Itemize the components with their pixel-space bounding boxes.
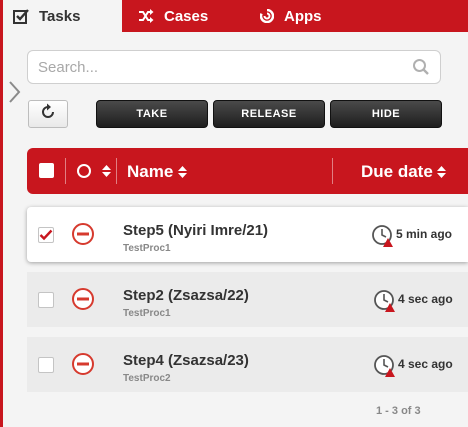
task-table-header: Name Due date xyxy=(27,148,468,194)
task-name[interactable]: Step5 (Nyiri Imre/21) xyxy=(123,222,268,239)
header-divider xyxy=(116,158,117,184)
overdue-clock-icon xyxy=(374,355,395,377)
process-name: TestProc1 xyxy=(123,308,171,319)
hide-button[interactable]: HIDE xyxy=(330,100,442,128)
tab-apps[interactable]: Apps xyxy=(260,0,322,32)
tab-tasks[interactable]: Tasks xyxy=(3,0,122,32)
status-circle-icon[interactable] xyxy=(77,164,91,178)
stop-icon[interactable] xyxy=(71,222,95,246)
shuffle-icon xyxy=(138,9,154,23)
row-checkbox[interactable] xyxy=(38,227,54,243)
tab-cases[interactable]: Cases xyxy=(138,0,208,32)
tab-tasks-label: Tasks xyxy=(39,7,81,25)
left-edge-bar xyxy=(0,32,3,427)
tab-bar: Tasks Cases Apps xyxy=(0,0,468,32)
row-checkbox[interactable] xyxy=(38,357,54,373)
refresh-icon xyxy=(39,103,57,126)
checkmark-icon xyxy=(39,229,53,241)
header-divider xyxy=(332,158,333,184)
due-date: 5 min ago xyxy=(396,227,453,241)
search-box xyxy=(27,50,441,84)
task-name[interactable]: Step4 (Zsazsa/23) xyxy=(123,352,249,369)
take-button[interactable]: TAKE xyxy=(96,100,208,128)
task-name[interactable]: Step2 (Zsazsa/22) xyxy=(123,287,249,304)
tab-cases-label: Cases xyxy=(164,7,209,25)
select-all-checkbox[interactable] xyxy=(39,163,54,178)
header-divider xyxy=(65,158,66,184)
column-header-name[interactable]: Name xyxy=(127,162,173,182)
table-row[interactable]: Step2 (Zsazsa/22) TestProc1 4 sec ago xyxy=(27,272,468,327)
expand-panel-chevron-icon[interactable] xyxy=(7,80,23,104)
checkbox-icon xyxy=(13,8,29,24)
sort-due-date-icon[interactable] xyxy=(437,166,446,178)
pagination-info: 1 - 3 of 3 xyxy=(376,405,421,417)
process-name: TestProc2 xyxy=(123,373,171,384)
apps-icon xyxy=(260,9,274,23)
refresh-button[interactable] xyxy=(28,100,68,128)
process-name: TestProc1 xyxy=(123,243,171,254)
row-checkbox[interactable] xyxy=(38,292,54,308)
search-input[interactable] xyxy=(38,58,412,76)
overdue-clock-icon xyxy=(374,290,395,312)
table-row[interactable]: Step5 (Nyiri Imre/21) TestProc1 5 min ag… xyxy=(27,207,468,262)
due-date: 4 sec ago xyxy=(398,292,453,306)
release-button[interactable]: RELEASE xyxy=(213,100,325,128)
table-row[interactable]: Step4 (Zsazsa/23) TestProc2 4 sec ago xyxy=(27,337,468,392)
sort-status-icon[interactable] xyxy=(102,165,111,177)
search-icon[interactable] xyxy=(412,58,430,76)
tab-apps-label: Apps xyxy=(284,7,322,25)
column-header-due-date[interactable]: Due date xyxy=(361,162,433,182)
due-date: 4 sec ago xyxy=(398,357,453,371)
stop-icon[interactable] xyxy=(71,287,95,311)
sort-name-icon[interactable] xyxy=(178,166,187,178)
stop-icon[interactable] xyxy=(71,352,95,376)
overdue-clock-icon xyxy=(372,225,393,247)
